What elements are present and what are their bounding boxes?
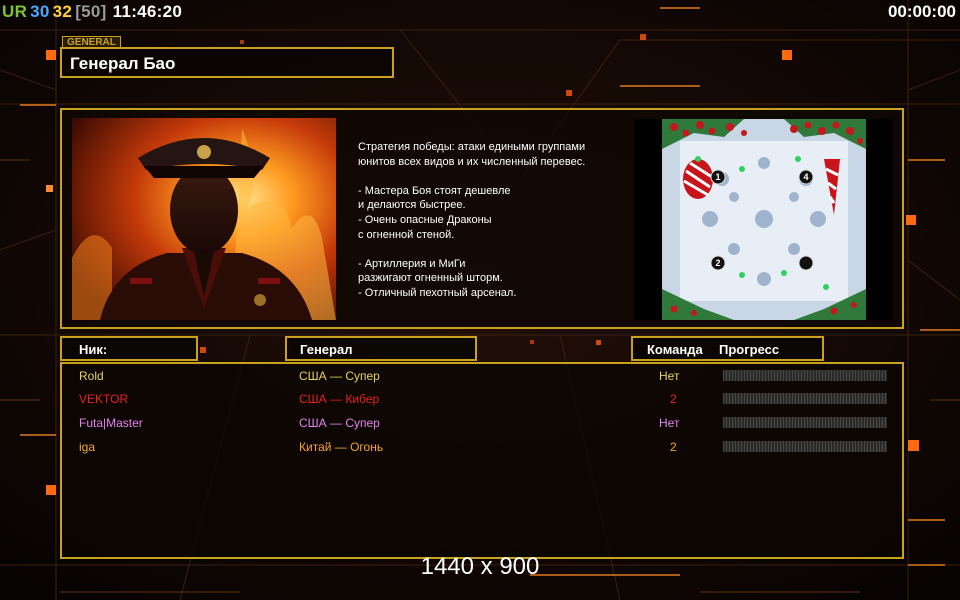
player-list: Rold США — Супер Нет VEKTOR США — Кибер …: [60, 362, 904, 559]
player-team[interactable]: 2: [670, 440, 677, 454]
general-portrait: [72, 118, 336, 320]
header-team-progress-box: Команда Прогресс: [631, 336, 824, 361]
player-team[interactable]: Нет: [659, 369, 679, 383]
table-row[interactable]: iga Китай — Огонь 2: [62, 436, 902, 458]
player-general[interactable]: США — Кибер: [299, 392, 379, 406]
description-line: - Отличный пехотный арсенал.: [358, 286, 517, 299]
description-line: - Мастера Боя стоят дешевле: [358, 184, 511, 197]
player-team[interactable]: 2: [670, 392, 677, 406]
start-position-4: 4: [803, 172, 808, 182]
hud-value-1: 30: [30, 2, 50, 21]
player-general[interactable]: Китай — Огонь: [299, 440, 383, 454]
resolution-watermark: 1440 x 900: [420, 553, 540, 580]
player-nick: Rold: [79, 369, 104, 383]
player-team[interactable]: Нет: [659, 416, 679, 430]
general-name: Генерал Бао: [70, 54, 176, 73]
hud-timer: 00:00:00: [887, 2, 956, 21]
header-team: Команда: [647, 342, 703, 357]
hud-value-2: 32: [52, 2, 73, 21]
header-nick-box: Ник:: [60, 336, 198, 361]
hud-clock: 11:46:20: [112, 2, 183, 21]
map-preview: 1 4 2: [634, 119, 893, 320]
general-title-box: Генерал Бао: [60, 47, 394, 78]
progress-bar: [723, 370, 887, 381]
start-position-2: 2: [715, 258, 720, 268]
player-nick: iga: [79, 440, 96, 454]
header-progress: Прогресс: [719, 342, 780, 357]
description-line: - Очень опасные Драконы: [358, 213, 492, 226]
general-info-panel: Стратегия победы: атаки едиными группами…: [60, 108, 904, 329]
header-nick: Ник:: [79, 342, 108, 357]
header-general-box: Генерал: [285, 336, 477, 361]
table-row[interactable]: VEKTOR США — Кибер 2: [62, 388, 902, 410]
start-position-1: 1: [715, 172, 720, 182]
table-row[interactable]: Futa|Master США — Супер Нет: [62, 412, 902, 434]
description-line: [358, 169, 626, 184]
general-description: Стратегия победы: атаки едиными группами…: [358, 140, 626, 301]
progress-bar: [723, 441, 887, 452]
player-nick: Futa|Master: [79, 416, 143, 430]
hud-ur-label: UR: [2, 2, 28, 21]
hud-stats: UR 30 32 [50] 11:46:20: [2, 2, 185, 22]
player-general[interactable]: США — Супер: [299, 416, 380, 430]
description-line: - Артиллерия и МиГи: [358, 257, 466, 270]
description-line: [358, 242, 626, 257]
progress-bar: [723, 393, 887, 404]
description-line: юнитов всех видов и их численный перевес…: [358, 155, 586, 168]
description-line: Стратегия победы: атаки едиными группами: [358, 141, 586, 153]
description-line: разжигают огненный шторм.: [358, 272, 503, 285]
hud-value-3: [50]: [75, 2, 107, 21]
player-nick: VEKTOR: [79, 392, 129, 406]
player-general[interactable]: США — Супер: [299, 369, 380, 383]
progress-bar: [723, 417, 887, 428]
header-general: Генерал: [300, 342, 353, 357]
description-line: с огненной стеной.: [358, 228, 455, 241]
table-row[interactable]: Rold США — Супер Нет: [62, 365, 902, 387]
description-line: и делаются быстрее.: [358, 199, 466, 212]
